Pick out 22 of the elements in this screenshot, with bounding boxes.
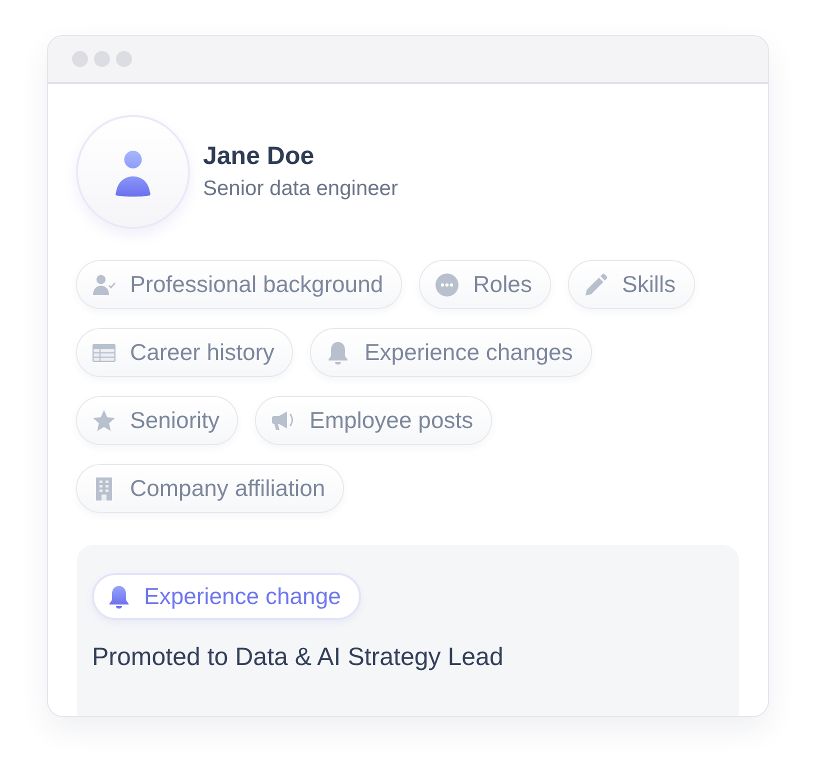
tag-label: Experience change [144,583,341,610]
category-chip[interactable]: Skills [568,260,695,309]
window-dot-icon [94,51,110,67]
category-chip[interactable]: Roles [419,260,551,309]
update-text: Promoted to Data & AI Strategy Lead [92,642,504,672]
star-icon [92,408,116,432]
megaphone-icon [271,408,296,432]
job-title: Senior data engineer [203,176,398,202]
category-chip[interactable]: Employee posts [255,396,492,445]
category-chip[interactable]: Company affiliation [76,464,344,513]
window-dot-icon [72,51,88,67]
person-check-icon [92,272,116,296]
category-chip[interactable]: Seniority [76,396,238,445]
window-dot-icon [116,51,132,67]
profile-name: Jane Doe [203,141,316,171]
bell-icon [326,340,350,364]
category-chip[interactable]: Professional background [76,260,402,309]
pencil-icon [584,272,608,296]
bell-icon [107,584,131,608]
category-chip[interactable]: Career history [76,328,294,377]
ellipsis-icon [435,272,460,296]
category-chip[interactable]: Experience changes [310,328,592,377]
